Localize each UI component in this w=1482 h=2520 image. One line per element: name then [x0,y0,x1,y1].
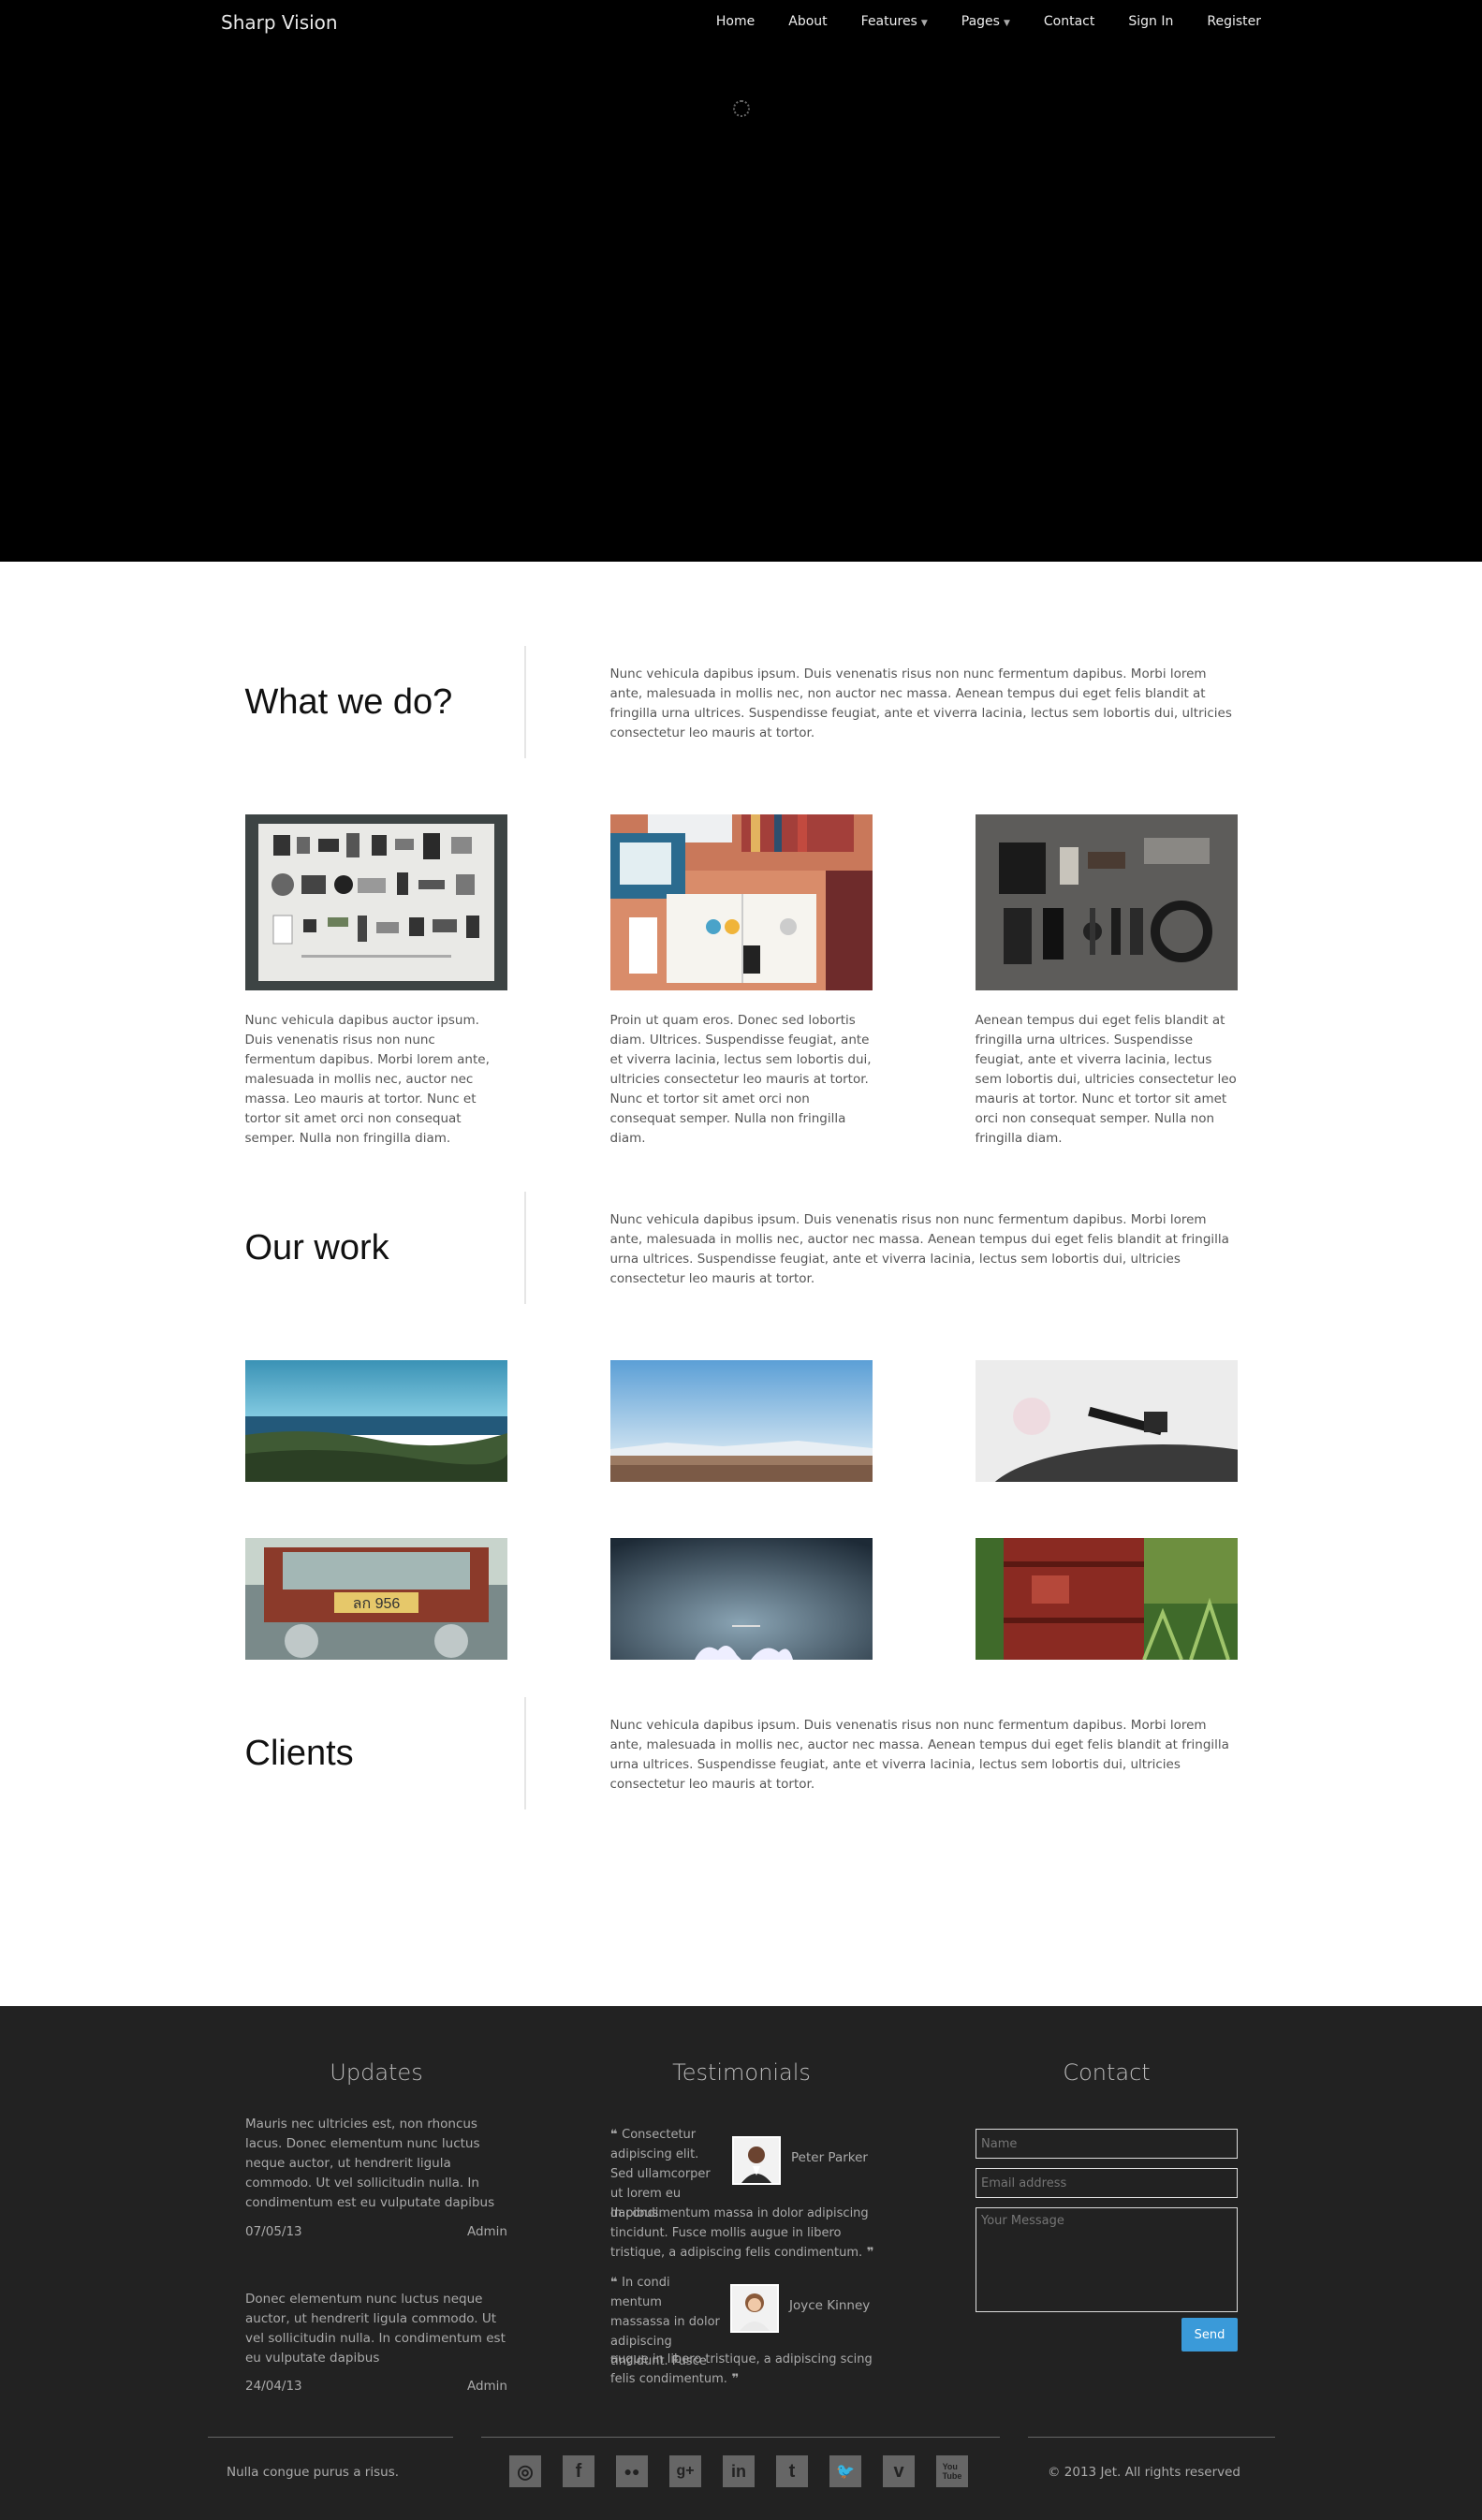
linkedin-icon[interactable]: in [723,2455,755,2487]
main-content: What we do? Nunc vehicula dapibus ipsum.… [244,562,1238,2006]
nav-sign-in[interactable]: Sign In [1128,14,1173,29]
feature-card: Nunc vehicula dapibus auctor ipsum. Duis… [244,814,507,1149]
update-text: Mauris nec ultricies est, non rhoncus la… [245,2117,495,2210]
updates-title: Updates [330,2059,423,2086]
copyright: © 2013 Jet. All rights reserved [1048,2465,1240,2480]
feature-image-gadgets [244,814,507,990]
email-field[interactable] [976,2168,1238,2198]
testimonial-quote-rest-text: In condimentum massa in dolor adipiscing… [610,2206,869,2260]
brand-logo[interactable]: Sharp Vision [221,11,338,34]
contact-title: Contact [1063,2059,1151,2086]
testimonial-quote-rest: augue in libero tristique, a adipiscing … [610,2350,882,2389]
nav-features-label: Features [860,14,917,29]
update-date: 07/05/13 [245,2224,302,2239]
feature-image-desk [609,814,873,990]
name-field[interactable] [976,2129,1238,2159]
quote-close-icon: ❞ [862,2246,874,2260]
section-text: Nunc vehicula dapibus ipsum. Duis venena… [609,1212,1229,1286]
section-text: Nunc vehicula dapibus ipsum. Duis venena… [609,667,1232,740]
twitter-icon[interactable]: 🐦 [829,2455,861,2487]
dribbble-icon[interactable]: ◎ [509,2455,541,2487]
nav-features[interactable]: Features ▼ [861,14,928,29]
portfolio-item-vehicle[interactable]: ลก 956 [244,1538,507,1660]
footer-divider [1028,2437,1275,2438]
update-author[interactable]: Admin [467,2224,507,2239]
testimonials-title: Testimonials [672,2059,811,2086]
section-what-we-do: What we do? Nunc vehicula dapibus ipsum.… [245,646,1238,758]
quote-open-icon: ❝ [610,2276,623,2290]
svg-text:ลก 956: ลก 956 [352,1596,400,1612]
section-title: Our work [244,1227,389,1267]
update-author[interactable]: Admin [467,2379,507,2394]
avatar [732,2136,781,2185]
tumblr-icon[interactable]: t [776,2455,808,2487]
nav-about[interactable]: About [788,14,827,29]
divider [523,1697,526,1809]
main-nav: Home About Features ▼ Pages ▼ Contact Sign… [682,14,1261,29]
nav-register[interactable]: Register [1207,14,1261,29]
quote-open-icon: ❝ [610,2128,623,2142]
nav-pages[interactable]: Pages ▼ [961,14,1010,29]
section-text: Nunc vehicula dapibus ipsum. Duis venena… [609,1718,1229,1792]
loading-spinner-icon [733,100,750,117]
testimonial-quote-rest-text: augue in libero tristique, a adipiscing … [610,2352,873,2386]
footer-divider [481,2437,1000,2438]
feature-text: Nunc vehicula dapibus auctor ipsum. Duis… [244,1013,490,1146]
divider [523,646,526,758]
chevron-down-icon: ▼ [1003,19,1010,28]
feature-card: Proin ut quam eros. Donec sed lobortis d… [609,814,873,1149]
nav-pages-label: Pages [961,14,1000,29]
section-title-wrap: Clients [245,1697,526,1809]
contact-form: Send [976,2129,1238,2372]
google-plus-icon[interactable]: g+ [669,2455,701,2487]
flickr-icon[interactable]: ●● [616,2455,648,2487]
footer-divider [208,2437,453,2438]
facebook-icon[interactable]: f [563,2455,594,2487]
divider [523,1192,526,1304]
update-text: Donec elementum nunc luctus neque auctor… [245,2292,506,2366]
footer-tagline: Nulla congue purus a risus. [227,2465,400,2480]
message-field[interactable] [976,2207,1238,2312]
nav-home[interactable]: Home [716,14,755,29]
nav-contact[interactable]: Contact [1044,14,1094,29]
testimonial-name: Joyce Kinney [789,2298,871,2313]
portfolio-item-coast[interactable] [244,1360,507,1482]
hero-banner: Sharp Vision Home About Features ▼ Pages ▼… [0,0,1482,562]
send-button[interactable]: Send [1181,2318,1238,2352]
testimonial-name: Peter Parker [791,2150,868,2165]
portfolio-item-sky[interactable] [609,1538,873,1660]
portfolio-item-city-view[interactable] [609,1360,873,1482]
quote-close-icon: ❞ [726,2372,740,2386]
section-title-wrap: Our work [245,1192,526,1304]
section-clients: Clients Nunc vehicula dapibus ipsum. Dui… [245,1697,1238,1809]
youtube-icon[interactable]: You Tube [936,2455,968,2487]
portfolio-item-turntable[interactable] [975,1360,1238,1482]
section-title-wrap: What we do? [245,646,526,758]
testimonial-quote-rest: In condimentum massa in dolor adipiscing… [610,2204,882,2263]
section-title: What we do? [244,681,453,722]
update-date: 24/04/13 [245,2379,302,2394]
navbar: Sharp Vision Home About Features ▼ Pages ▼… [0,0,1482,47]
portfolio-item-barrel[interactable] [975,1538,1238,1660]
section-our-work: Our work Nunc vehicula dapibus ipsum. Du… [245,1192,1238,1304]
feature-card: Aenean tempus dui eget felis blandit at … [975,814,1238,1149]
vimeo-icon[interactable]: v [883,2455,915,2487]
feature-text: Proin ut quam eros. Donec sed lobortis d… [609,1013,872,1146]
avatar [730,2284,779,2333]
section-title: Clients [244,1733,354,1773]
feature-image-essentials [975,814,1238,990]
feature-text: Aenean tempus dui eget felis blandit at … [975,1013,1237,1146]
chevron-down-icon: ▼ [920,19,928,28]
